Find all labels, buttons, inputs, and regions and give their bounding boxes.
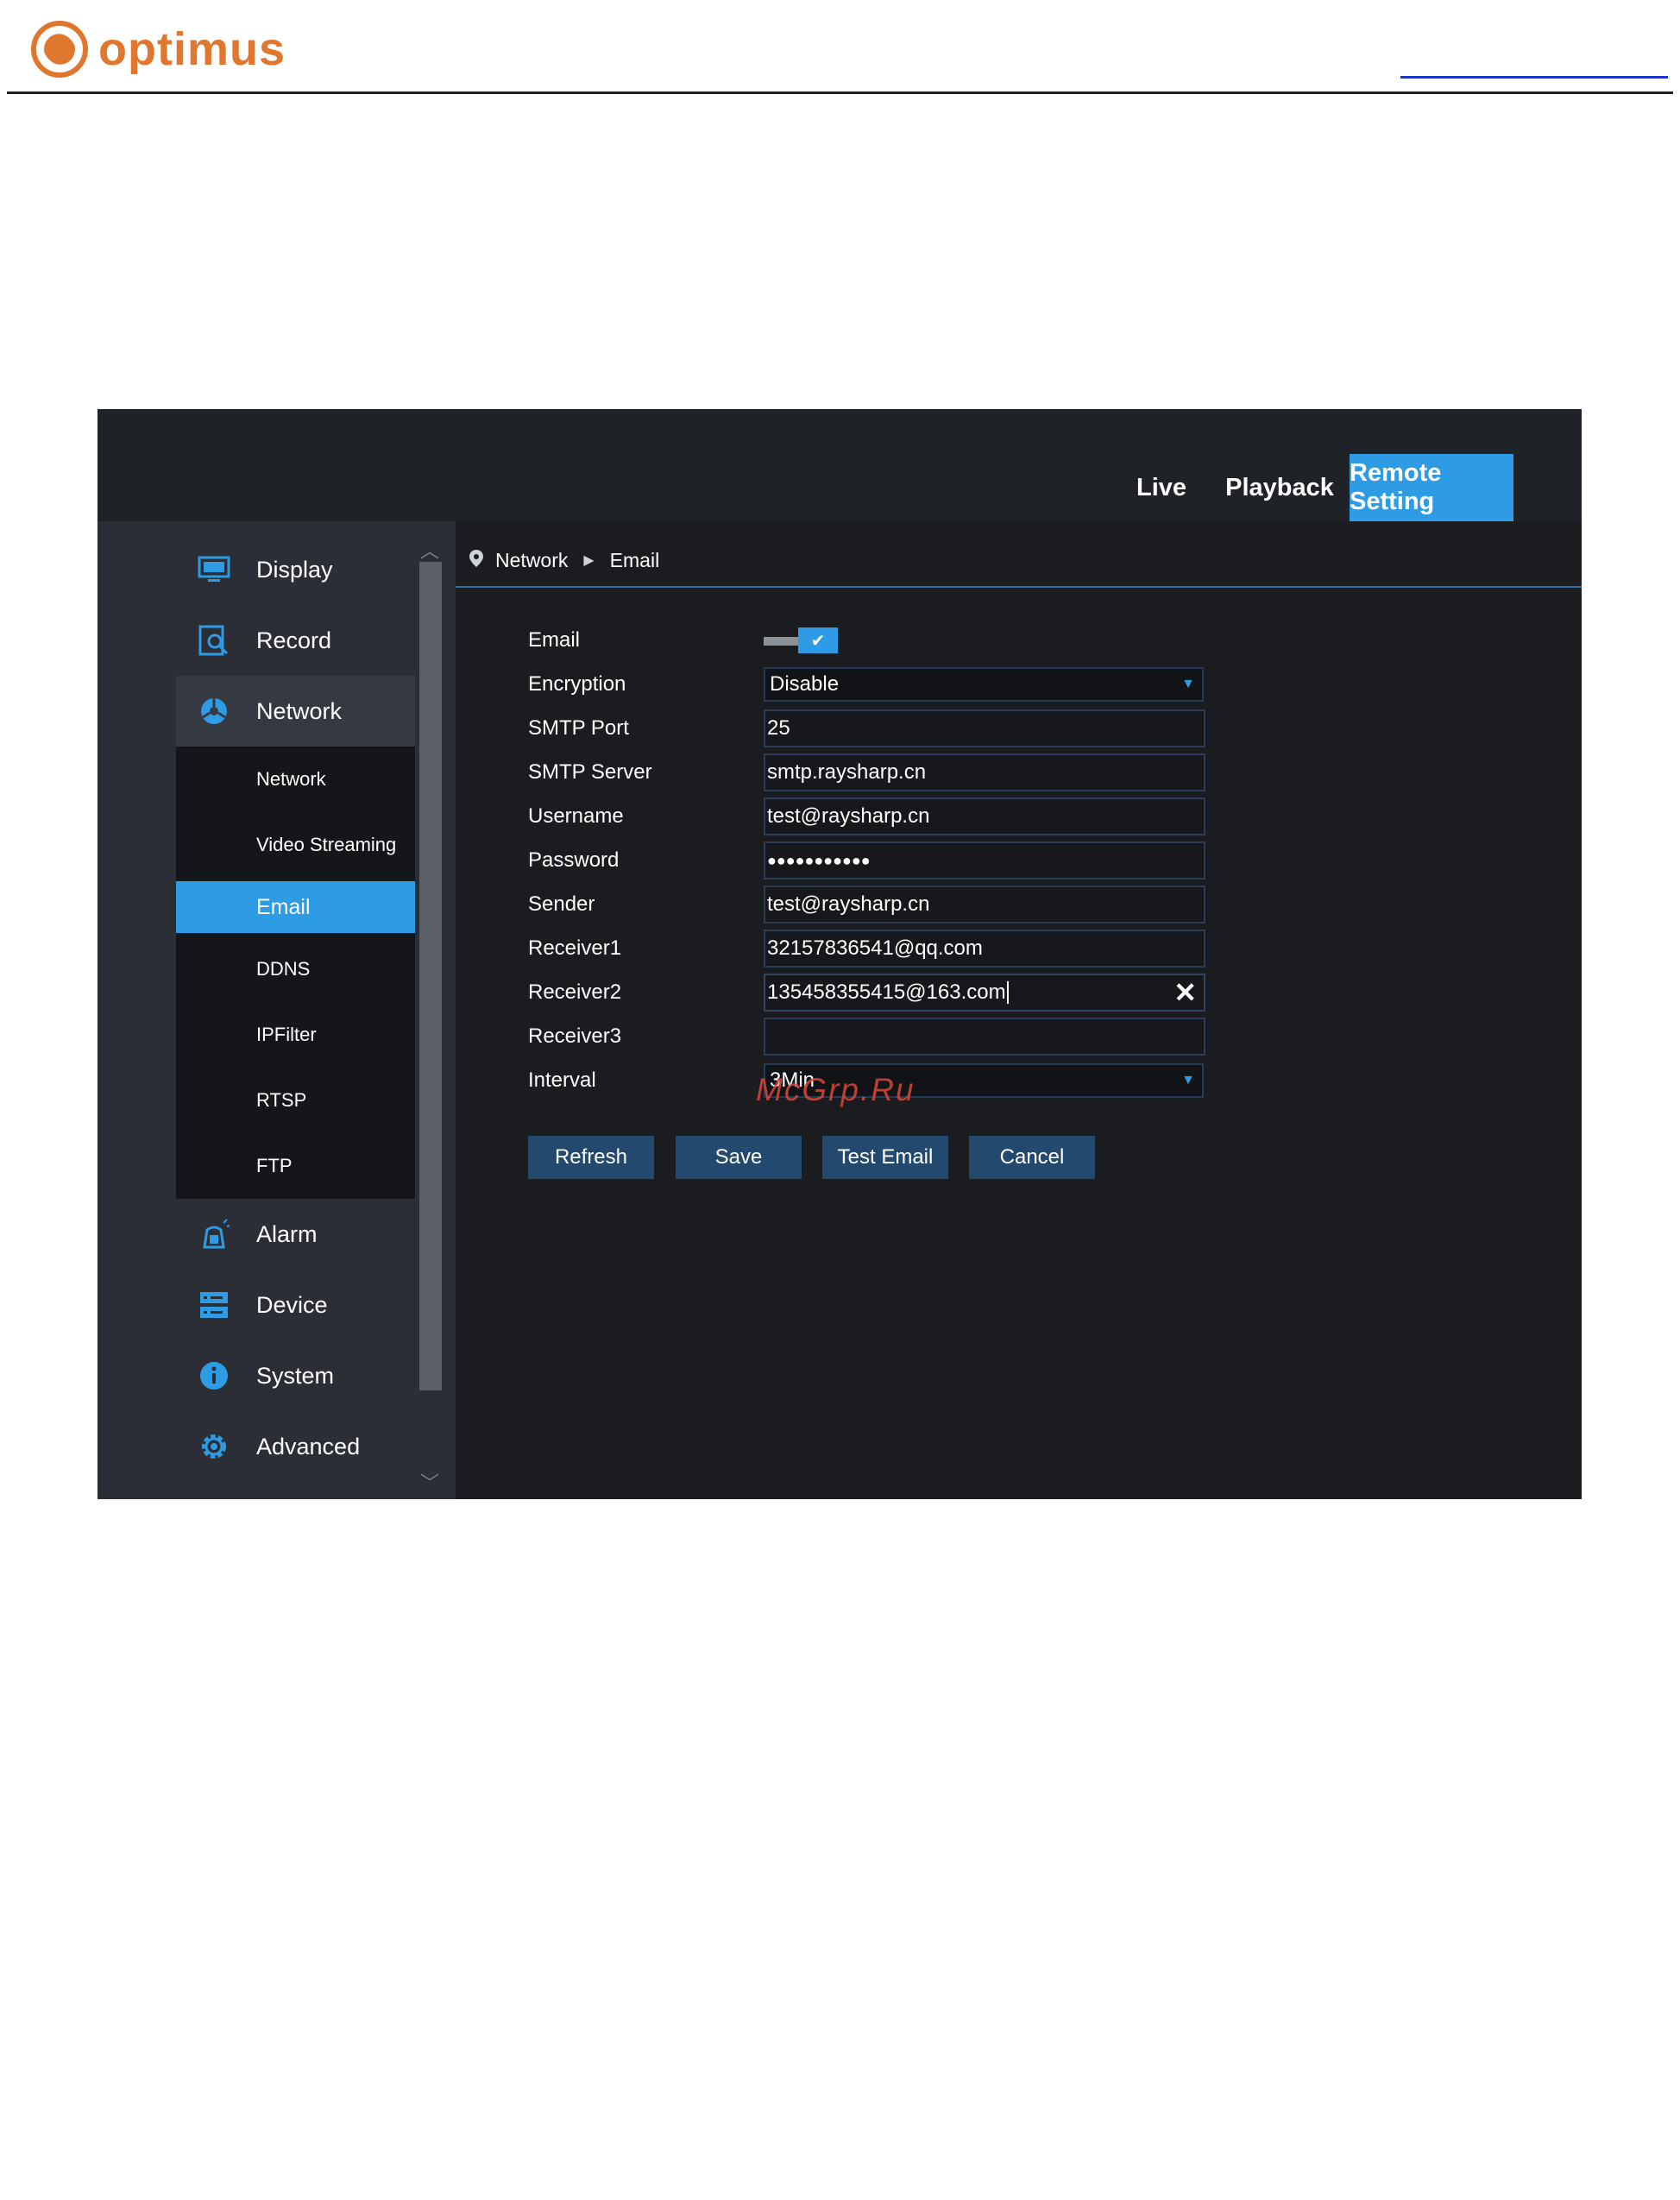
sidebar-item-label: Device xyxy=(256,1291,328,1318)
sidebar-scrollbar[interactable]: ︿ ﹀ xyxy=(415,534,442,1499)
header-divider xyxy=(7,91,1673,94)
network-icon xyxy=(197,694,231,728)
smtp-server-value: smtp.raysharp.cn xyxy=(767,760,927,784)
submenu-item-ipfilter[interactable]: IPFilter xyxy=(176,1002,415,1068)
receiver2-field[interactable]: 135458355415@163.com ✕ xyxy=(764,974,1205,1012)
smtp-server-label: SMTP Server xyxy=(528,760,652,784)
optimus-logo: optimus xyxy=(31,17,286,81)
test-email-button[interactable]: Test Email xyxy=(822,1136,948,1179)
sender-label: Sender xyxy=(528,892,595,916)
clear-icon[interactable]: ✕ xyxy=(1173,979,1197,1006)
sidebar-item-device[interactable]: Device xyxy=(176,1270,415,1340)
top-navigation-bar: Live Playback Remote Setting xyxy=(98,409,1582,521)
password-value: ●●●●●●●●●●● xyxy=(767,851,871,869)
optimus-logo-icon xyxy=(31,21,88,78)
sidebar-item-label: System xyxy=(256,1362,335,1389)
save-button[interactable]: Save xyxy=(676,1136,802,1179)
dropdown-caret-icon: ▼ xyxy=(1181,1073,1195,1087)
smtp-port-value: 25 xyxy=(767,716,790,740)
brand-name: optimus xyxy=(98,23,286,75)
breadcrumb-arrow-icon: ▶ xyxy=(583,553,595,568)
checkmark-icon: ✔ xyxy=(798,627,838,653)
sidebar-item-network[interactable]: Network xyxy=(176,676,415,747)
receiver2-value: 135458355415@163.com xyxy=(767,980,1006,1004)
sidebar-item-display[interactable]: Display xyxy=(176,534,415,605)
interval-label: Interval xyxy=(528,1068,596,1092)
info-icon xyxy=(197,1358,231,1393)
submenu-item-rtsp[interactable]: RTSP xyxy=(176,1068,415,1133)
receiver1-field[interactable]: 32157836541@qq.com xyxy=(764,930,1205,968)
watermark: McGrp.Ru xyxy=(756,1072,916,1107)
submenu-item-ddns[interactable]: DDNS xyxy=(176,936,415,1002)
settings-sidebar: Display Record Network Network Video Str… xyxy=(176,534,415,1482)
row-sender: Sender test@raysharp.cn xyxy=(528,886,1205,923)
receiver1-value: 32157836541@qq.com xyxy=(767,936,983,960)
receiver3-field[interactable] xyxy=(764,1018,1205,1056)
row-username: Username test@raysharp.cn xyxy=(528,797,1205,835)
refresh-button[interactable]: Refresh xyxy=(528,1136,654,1179)
tab-remote-setting[interactable]: Remote Setting xyxy=(1350,454,1513,521)
submenu-item-network[interactable]: Network xyxy=(176,747,415,812)
password-label: Password xyxy=(528,848,620,872)
location-pin-icon xyxy=(469,549,483,572)
chevron-up-icon[interactable]: ︿ xyxy=(420,536,439,564)
dropdown-caret-icon: ▼ xyxy=(1181,677,1195,691)
username-field[interactable]: test@raysharp.cn xyxy=(764,797,1205,835)
email-label: Email xyxy=(528,628,581,652)
sidebar-item-advanced[interactable]: Advanced xyxy=(176,1411,415,1482)
tab-playback[interactable]: Playback xyxy=(1213,454,1346,521)
row-receiver2: Receiver2 135458355415@163.com ✕ xyxy=(528,974,1205,1012)
gear-icon xyxy=(197,1429,231,1464)
tab-live[interactable]: Live xyxy=(1110,454,1213,521)
row-smtp-server: SMTP Server smtp.raysharp.cn xyxy=(528,753,1205,791)
alarm-icon xyxy=(197,1217,231,1251)
device-icon xyxy=(197,1288,231,1322)
cancel-button[interactable]: Cancel xyxy=(969,1136,1095,1179)
header-link-underline[interactable] xyxy=(1400,76,1668,79)
sidebar-item-label: Network xyxy=(256,697,343,724)
receiver2-label: Receiver2 xyxy=(528,980,622,1004)
submenu-item-email[interactable]: Email xyxy=(176,881,415,933)
sidebar-item-label: Alarm xyxy=(256,1220,318,1247)
sender-field[interactable]: test@raysharp.cn xyxy=(764,886,1205,923)
sidebar-item-label: Advanced xyxy=(256,1433,361,1459)
sidebar-item-label: Record xyxy=(256,627,332,653)
smtp-port-field[interactable]: 25 xyxy=(764,709,1205,747)
password-field[interactable]: ●●●●●●●●●●● xyxy=(764,842,1205,879)
smtp-port-label: SMTP Port xyxy=(528,716,629,740)
scrollbar-thumb[interactable] xyxy=(419,562,442,1390)
row-encryption: Encryption Disable ▼ xyxy=(528,665,1204,703)
submenu-item-ftp[interactable]: FTP xyxy=(176,1133,415,1199)
chevron-down-icon[interactable]: ﹀ xyxy=(420,1468,439,1496)
breadcrumb-level1[interactable]: Network xyxy=(495,549,568,572)
breadcrumb: Network ▶ Email xyxy=(456,534,1582,588)
smtp-server-field[interactable]: smtp.raysharp.cn xyxy=(764,753,1205,791)
sender-value: test@raysharp.cn xyxy=(767,892,930,916)
sidebar-item-record[interactable]: Record xyxy=(176,605,415,676)
row-password: Password ●●●●●●●●●●● xyxy=(528,842,1205,879)
encryption-label: Encryption xyxy=(528,672,626,696)
row-receiver3: Receiver3 xyxy=(528,1018,1205,1056)
monitor-icon xyxy=(197,552,231,587)
encryption-select[interactable]: Disable ▼ xyxy=(764,667,1204,702)
submenu-item-video-streaming[interactable]: Video Streaming xyxy=(176,812,415,878)
sidebar-item-system[interactable]: System xyxy=(176,1340,415,1411)
email-settings-panel: Network ▶ Email Email ✔ Encryption Disab… xyxy=(456,534,1582,1499)
breadcrumb-level2: Email xyxy=(609,548,660,571)
username-label: Username xyxy=(528,804,624,828)
row-email: Email ✔ xyxy=(528,621,838,659)
network-submenu: Network Video Streaming Email DDNS IPFil… xyxy=(176,747,415,1199)
record-icon xyxy=(197,623,231,658)
sidebar-item-alarm[interactable]: Alarm xyxy=(176,1199,415,1270)
text-cursor xyxy=(1006,981,1009,1004)
receiver1-label: Receiver1 xyxy=(528,936,622,960)
row-smtp-port: SMTP Port 25 xyxy=(528,709,1205,747)
row-receiver1: Receiver1 32157836541@qq.com xyxy=(528,930,1205,968)
email-enable-toggle[interactable]: ✔ xyxy=(764,627,838,653)
sidebar-item-label: Display xyxy=(256,556,333,583)
receiver3-label: Receiver3 xyxy=(528,1024,622,1048)
username-value: test@raysharp.cn xyxy=(767,804,930,828)
encryption-value: Disable xyxy=(770,672,840,696)
dvr-web-interface: Live Playback Remote Setting Display Rec… xyxy=(98,409,1582,1499)
